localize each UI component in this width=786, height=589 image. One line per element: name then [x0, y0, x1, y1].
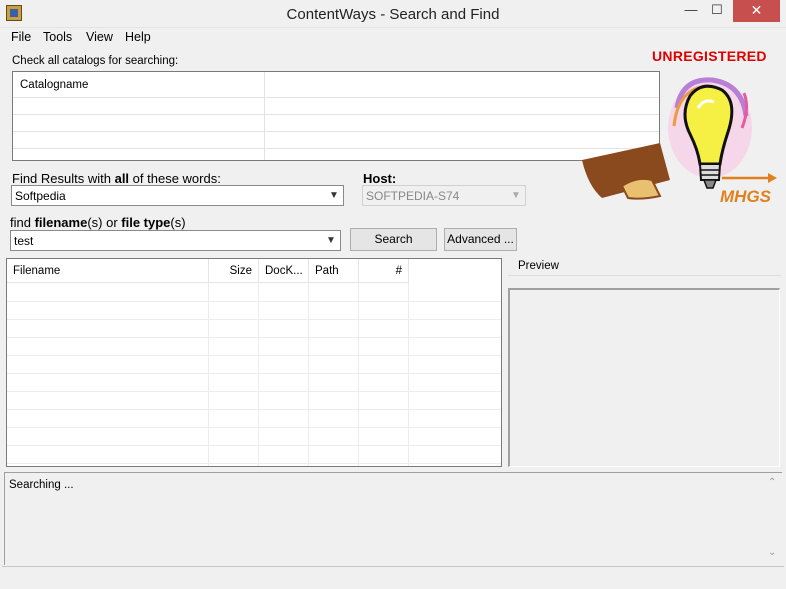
find-words-label: Find Results with all of these words: [12, 171, 221, 186]
title-bar: ContentWays - Search and Find — ☐ ✕ [0, 0, 786, 28]
host-combo[interactable]: SOFTPEDIA-S74 ▼ [362, 185, 526, 206]
catalog-column-header: Catalogname [20, 79, 89, 91]
results-list[interactable]: Filename Size DocK... Path # [6, 258, 502, 467]
host-value: SOFTPEDIA-S74 [366, 189, 460, 203]
catalog-grid[interactable]: Catalogname [12, 71, 660, 161]
status-bar [2, 566, 784, 586]
column-size[interactable]: Size [209, 259, 259, 283]
find-words-value: Softpedia [15, 189, 66, 203]
catalogs-label: Check all catalogs for searching: [12, 55, 179, 67]
menu-view[interactable]: View [86, 30, 113, 44]
chevron-down-icon[interactable]: ▼ [510, 189, 522, 202]
column-path[interactable]: Path [309, 259, 359, 283]
scroll-down-icon[interactable]: ⌄ [768, 547, 776, 558]
menu-tools[interactable]: Tools [43, 30, 72, 44]
preview-label: Preview [518, 260, 559, 272]
preview-pane [508, 288, 780, 467]
advanced-button[interactable]: Advanced ... [444, 228, 517, 251]
menu-file[interactable]: File [11, 30, 31, 44]
status-text: Searching ... [9, 479, 74, 491]
chevron-down-icon[interactable]: ▼ [325, 234, 337, 247]
lightbulb-logo-icon: MHGS [582, 77, 777, 206]
status-scrollbar[interactable]: ⌃ ⌄ [765, 473, 782, 565]
column-filename[interactable]: Filename [7, 259, 209, 283]
find-filename-label: find filename(s) or file type(s) [10, 215, 186, 230]
column-count[interactable]: # [359, 259, 409, 283]
find-filename-combo[interactable]: test ▼ [10, 230, 341, 251]
menu-help[interactable]: Help [125, 30, 151, 44]
maximize-button[interactable]: ☐ [704, 0, 730, 22]
find-filename-value: test [14, 234, 34, 248]
minimize-button[interactable]: — [678, 0, 704, 22]
find-words-combo[interactable]: Softpedia ▼ [11, 185, 344, 206]
search-button[interactable]: Search [350, 228, 437, 251]
mhgs-logo-text: MHGS [720, 187, 772, 206]
status-log[interactable]: Searching ... ⌃ ⌄ [4, 472, 782, 565]
close-button[interactable]: ✕ [733, 0, 780, 22]
column-dockind[interactable]: DocK... [259, 259, 309, 283]
scroll-up-icon[interactable]: ⌃ [768, 477, 776, 488]
chevron-down-icon[interactable]: ▼ [328, 189, 340, 202]
preview-header: Preview [508, 258, 781, 276]
window-title: ContentWays - Search and Find [286, 6, 500, 23]
host-label: Host: [363, 171, 397, 186]
unregistered-label: UNREGISTERED [652, 48, 767, 64]
menu-bar: File Tools View Help [0, 28, 786, 48]
